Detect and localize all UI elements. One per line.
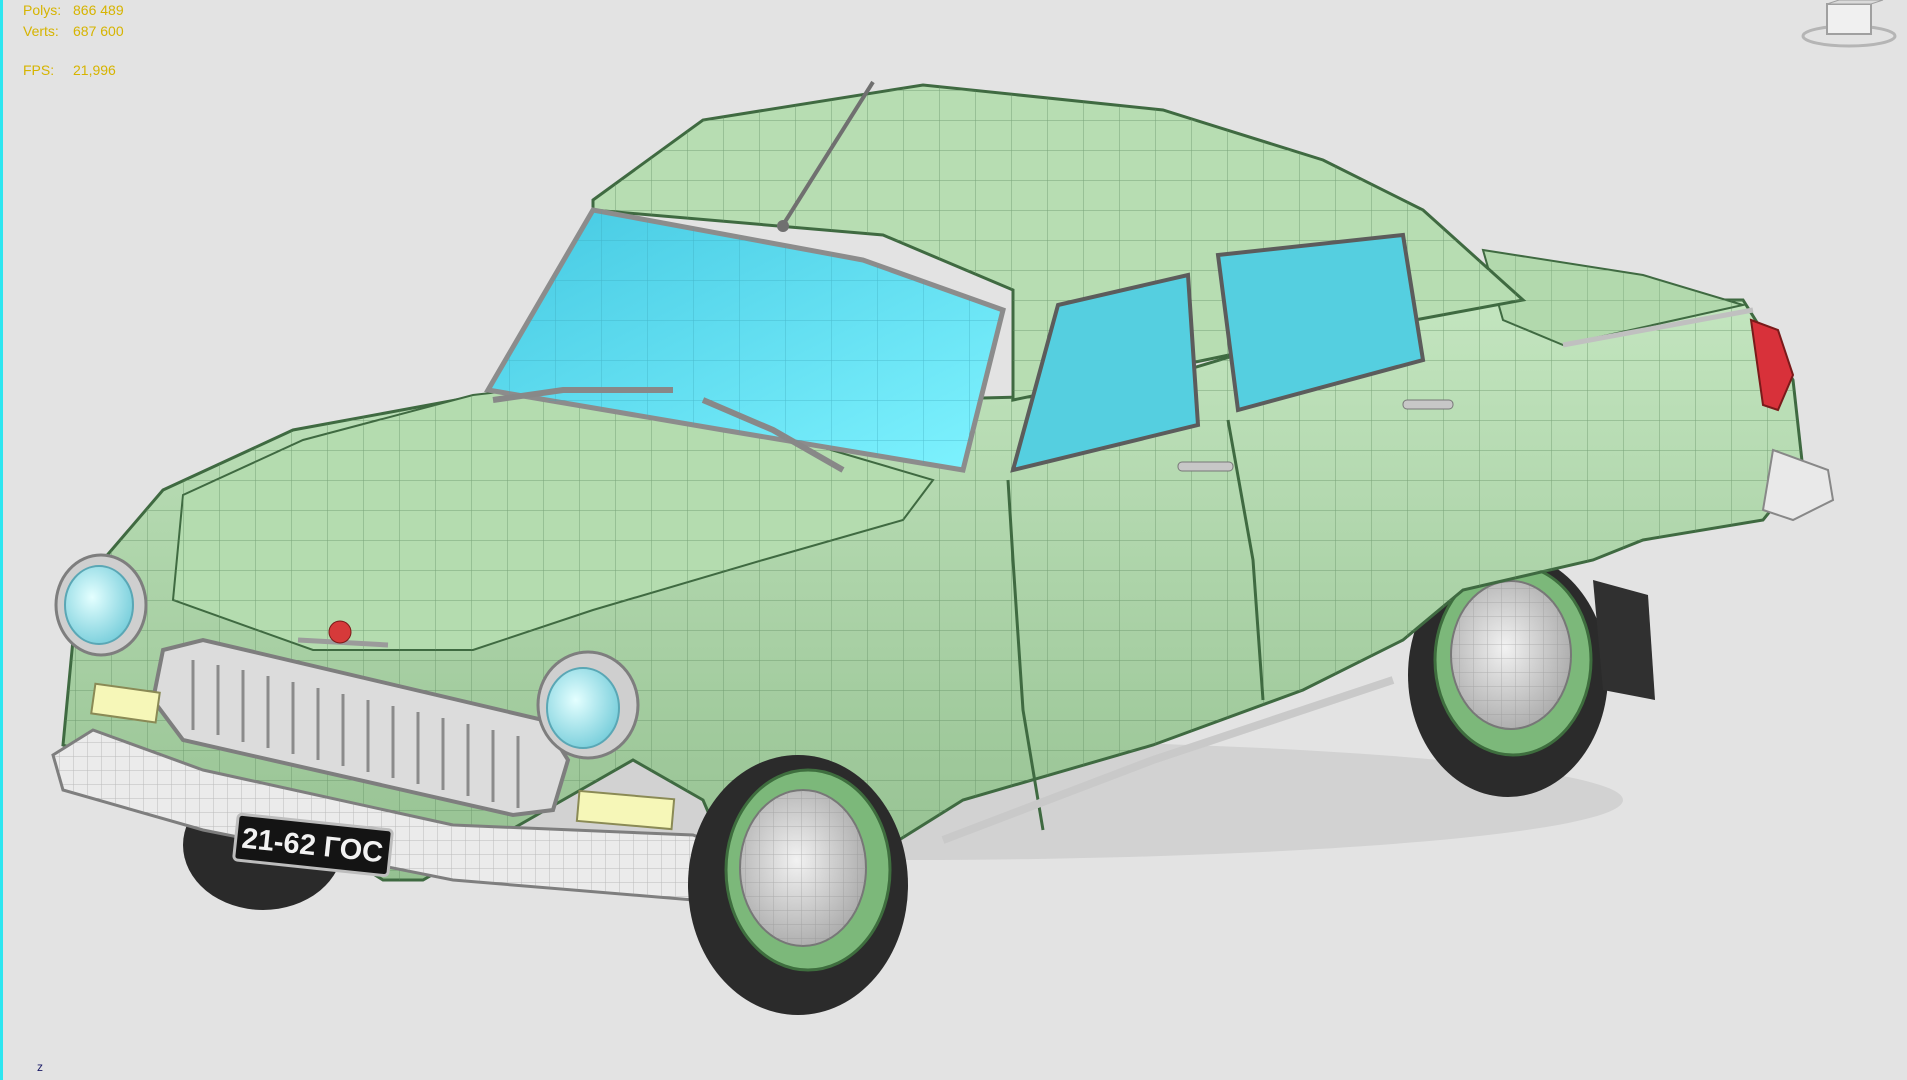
verts-value: 687 600 [73,23,124,39]
3d-viewport[interactable]: 21-62 ГОС Polys: 866 489 Verts: 687 600 … [0,0,1907,1080]
polys-value: 866 489 [73,2,124,18]
rear-bumper [1761,448,1835,522]
verts-stat: Verts: 687 600 [23,21,124,42]
viewport-stats: Polys: 866 489 Verts: 687 600 FPS: 21,99… [23,0,124,81]
left-headlight [54,553,148,657]
polys-stat: Polys: 866 489 [23,0,124,21]
front-door-handle [1177,461,1234,472]
fps-label: FPS: [23,62,55,78]
mud-flap [1593,580,1655,700]
viewcube-icon[interactable] [1799,0,1899,48]
car-model[interactable]: 21-62 ГОС [3,0,1907,1080]
fps-value: 21,996 [73,62,116,78]
axis-indicator: z [37,1060,43,1074]
verts-label: Verts: [23,23,59,39]
fps-stat: FPS: 21,996 [23,60,124,81]
right-headlight [536,650,640,760]
antenna-base [777,220,789,232]
rear-door-handle [1402,399,1454,410]
front-wheel[interactable] [688,755,908,1015]
polys-label: Polys: [23,2,62,18]
